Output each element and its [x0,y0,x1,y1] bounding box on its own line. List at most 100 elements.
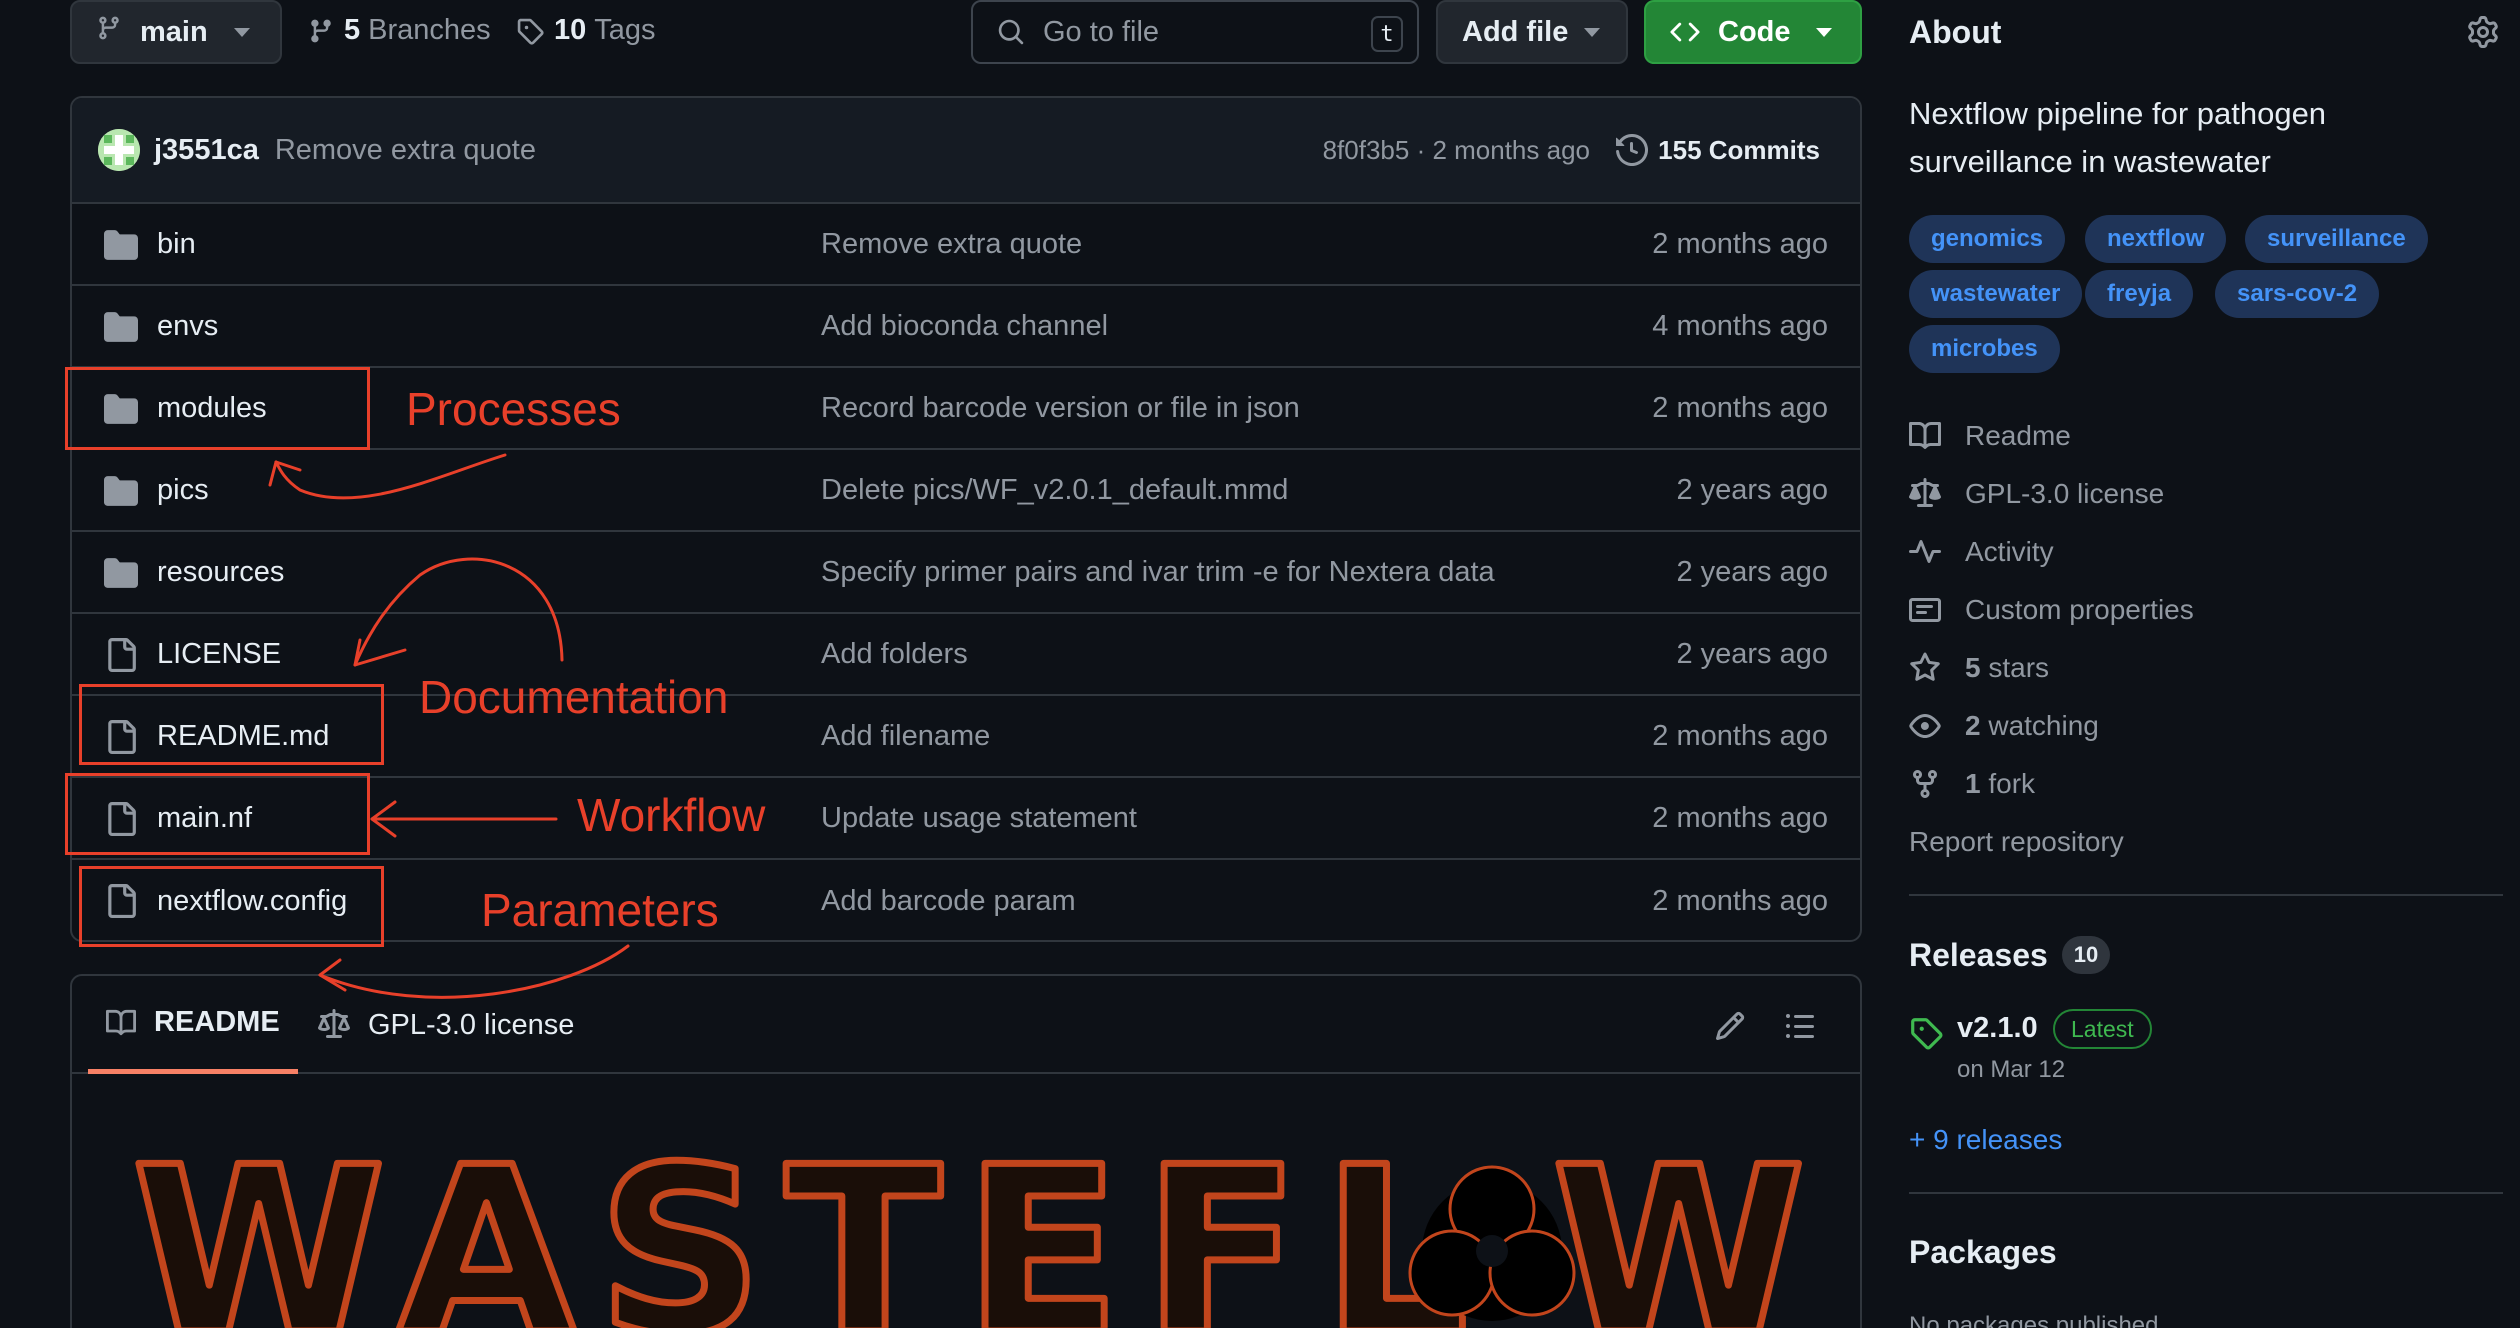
tab-license-label: GPL-3.0 license [368,1008,575,1041]
license-link[interactable]: GPL-3.0 license [1909,478,2164,510]
file-name-link[interactable]: pics [157,474,209,507]
star-icon [1910,652,1940,681]
code-button[interactable]: Code [1644,0,1862,64]
list-outline-icon[interactable] [1784,1010,1816,1047]
release-version-link[interactable]: v2.1.0 [1957,1012,2038,1045]
chevron-down-icon [1584,28,1600,37]
add-file-button[interactable]: Add file [1436,0,1628,64]
file-name-link[interactable]: resources [157,556,284,589]
packages-heading[interactable]: Packages [1909,1234,2057,1271]
fork-link[interactable]: 1 fork [1909,768,2035,800]
file-row[interactable]: pics Delete pics/WF_v2.0.1_default.mmd 2 y… [72,450,1860,532]
go-to-file-input[interactable]: Go to file t [971,0,1419,64]
search-icon [997,18,1025,46]
annotation-processes: Processes [406,383,621,435]
chevron-down-icon [1816,28,1832,37]
svg-text:W: W [1552,1119,1806,1328]
tag-icon [516,17,544,45]
tab-readme[interactable]: README [88,976,298,1074]
report-repository-label: Report repository [1909,826,2124,857]
file-commit-message-link[interactable]: Remove extra quote [821,228,1082,261]
branch-selector-button[interactable]: main [70,0,282,64]
file-name-link[interactable]: envs [157,310,218,343]
file-commit-message-link[interactable]: Add bioconda channel [821,310,1108,343]
about-heading: About [1909,14,2002,50]
branches-link[interactable]: 5 Branches [308,14,491,47]
pulse-icon [1909,540,1941,563]
fork-count: 1 [1965,768,1981,799]
topic-tag[interactable]: freyja [2085,270,2194,318]
file-commit-message-link[interactable]: Specify primer pairs and ivar trim -e fo… [821,556,1495,589]
file-row[interactable]: bin Remove extra quote 2 months ago [72,204,1860,286]
file-icon [104,638,138,680]
readme-link-label: Readme [1965,420,2071,451]
file-commit-date: 2 years ago [1676,637,1828,670]
topic-tag[interactable]: genomics [1909,215,2066,263]
topic-tag[interactable]: microbes [1909,325,2060,373]
file-row[interactable]: resources Specify primer pairs and ivar t… [72,532,1860,614]
pencil-icon[interactable] [1714,1010,1746,1047]
file-commit-message-link[interactable]: Add filename [821,720,990,753]
go-to-file-placeholder: Go to file [1043,15,1160,48]
topic-tag[interactable]: nextflow [2085,215,2227,263]
branch-icon [308,17,334,45]
gear-icon[interactable] [2467,16,2499,53]
file-commit-date: 2 years ago [1676,555,1828,588]
branch-icon [96,13,122,51]
tags-link[interactable]: 10 Tags [516,14,656,47]
activity-link-label: Activity [1965,536,2054,567]
custom-properties-link[interactable]: Custom properties [1909,594,2194,626]
avatar[interactable] [98,129,140,171]
annotation-box-config [79,866,384,947]
license-link-label: GPL-3.0 license [1965,478,2165,509]
tab-readme-label: README [154,1006,280,1038]
file-commit-date: 2 months ago [1652,391,1828,424]
divider [1909,894,2503,896]
topic-tag[interactable]: sars-cov-2 [2215,270,2380,318]
tab-license[interactable]: GPL-3.0 license [318,976,574,1074]
commit-message-link[interactable]: Remove extra quote [275,134,536,167]
report-repository-link[interactable]: Report repository [1909,826,2124,858]
stars-link[interactable]: 5 stars [1909,652,2049,684]
file-commit-message-link[interactable]: Record barcode version or file in json [821,392,1300,425]
fork-label: fork [1988,768,2036,799]
divider [1909,1192,2503,1194]
file-commit-message-link[interactable]: Update usage statement [821,802,1137,835]
commits-history-link[interactable]: 155 Commits [1616,134,1820,166]
activity-link[interactable]: Activity [1909,536,2054,568]
keyboard-shortcut-hint: t [1371,16,1403,52]
topic-tag[interactable]: surveillance [2245,215,2428,263]
latest-badge: Latest [2053,1009,2152,1049]
watching-label: watching [1988,710,2099,741]
folder-icon [104,310,138,352]
folder-icon [104,556,138,598]
chevron-down-icon [234,28,250,37]
topic-tag[interactable]: wastewater [1909,270,2083,318]
file-name-link[interactable]: LICENSE [157,638,281,671]
svg-text:WASTEFL: WASTEFL [132,1119,1491,1328]
commit-hash-and-time[interactable]: 8f0f3b5 · 2 months ago [1323,135,1590,166]
branch-name: main [140,15,208,48]
more-releases-link[interactable]: + 9 releases [1909,1124,2062,1156]
file-commit-date: 2 months ago [1652,801,1828,834]
law-icon [1909,478,1941,507]
code-icon [1670,17,1700,47]
file-name-link[interactable]: bin [157,228,196,261]
folder-icon [104,228,138,270]
file-commit-message-link[interactable]: Delete pics/WF_v2.0.1_default.mmd [821,474,1288,507]
commit-author-link[interactable]: j3551ca [154,134,259,167]
readme-tab-bar: README GPL-3.0 license [72,976,1860,1074]
file-commit-message-link[interactable]: Add folders [821,638,968,671]
branches-count: 5 [344,14,361,46]
file-commit-message-link[interactable]: Add barcode param [821,885,1076,918]
release-date: on Mar 12 [1957,1056,2066,1083]
releases-heading[interactable]: Releases 10 [1909,936,2111,974]
watching-link[interactable]: 2 watching [1909,710,2099,742]
file-row[interactable]: envs Add bioconda channel 4 months ago [72,286,1860,368]
readme-link[interactable]: Readme [1909,420,2071,452]
stars-count: 5 [1965,652,1981,683]
readme-panel: README GPL-3.0 license WASTEFL W [70,974,1862,1328]
folder-icon [104,474,138,516]
law-icon [318,1009,350,1038]
file-commit-date: 2 months ago [1652,884,1828,917]
